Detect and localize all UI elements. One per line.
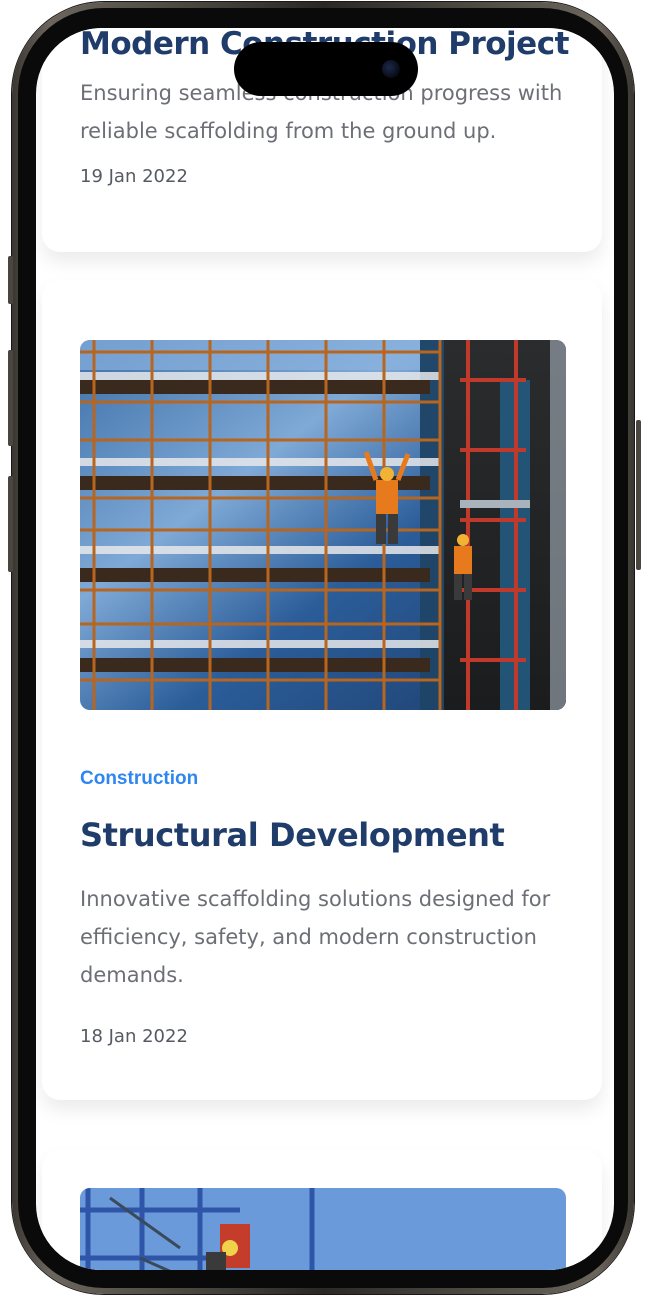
post-description: Innovative scaffolding solutions designe…: [80, 887, 551, 987]
post-date: 18 Jan 2022: [80, 1026, 188, 1047]
post-card-structural-development[interactable]: Construction Structural Development Inno…: [42, 280, 602, 1100]
volume-up-button: [8, 350, 13, 446]
post-image-scaffolding[interactable]: [80, 340, 566, 710]
dynamic-island: [234, 42, 418, 96]
post-image-next[interactable]: [80, 1188, 566, 1270]
post-card-next[interactable]: [42, 1150, 602, 1270]
volume-down-button: [8, 476, 13, 572]
camera-icon: [382, 60, 400, 78]
post-date: 19 Jan 2022: [80, 166, 188, 187]
scaffolding-photo: [80, 340, 566, 710]
power-button: [636, 420, 641, 570]
scaffolding-photo-next: [80, 1188, 566, 1270]
mute-switch: [8, 256, 13, 304]
post-title[interactable]: Structural Development: [80, 816, 505, 854]
phone-screen: Modern Construction Project Ensuring sea…: [36, 28, 614, 1270]
post-category[interactable]: Construction: [80, 768, 198, 790]
